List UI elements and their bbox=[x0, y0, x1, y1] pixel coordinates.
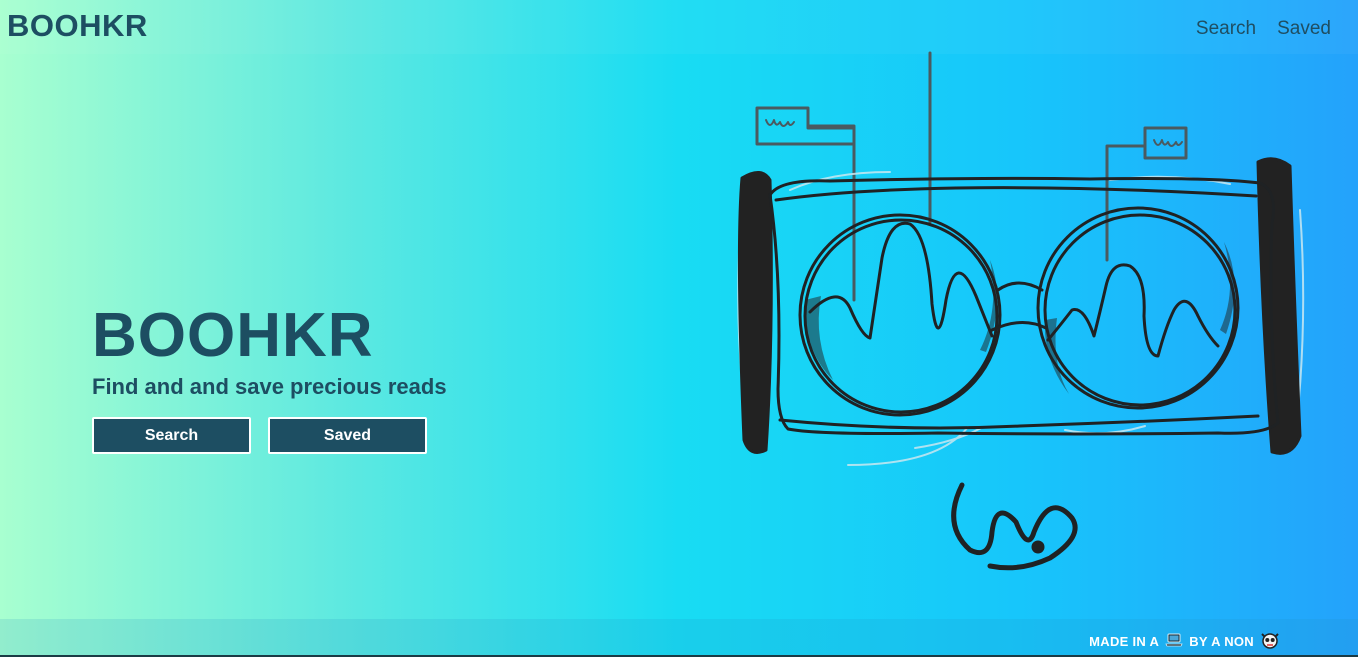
goggles-face-illustration bbox=[737, 51, 1305, 571]
search-button[interactable]: Search bbox=[92, 417, 251, 454]
footer-credits: MADE IN A BY A NON bbox=[1089, 631, 1280, 652]
laptop-icon bbox=[1165, 633, 1183, 650]
by-text: BY A NON bbox=[1189, 634, 1254, 649]
nav-link-saved[interactable]: Saved bbox=[1277, 18, 1331, 40]
hero-subtitle: Find and and save precious reads bbox=[92, 374, 447, 399]
navbar: BOOHKR Search Saved bbox=[0, 0, 1358, 54]
nav-link-search[interactable]: Search bbox=[1196, 18, 1256, 40]
nav-links: Search Saved bbox=[1196, 18, 1331, 40]
brand-logo[interactable]: BOOHKR bbox=[7, 8, 148, 44]
saved-button[interactable]: Saved bbox=[268, 417, 427, 454]
footer: MADE IN A BY A NON bbox=[0, 619, 1358, 657]
hero-title: BOOHKR bbox=[92, 301, 374, 370]
hero-buttons: Search Saved bbox=[92, 417, 447, 454]
skull-mascot-icon bbox=[1260, 631, 1280, 652]
hero-section: BOOHKR Find and and save precious reads … bbox=[92, 300, 447, 454]
made-in-text: MADE IN A bbox=[1089, 634, 1160, 649]
